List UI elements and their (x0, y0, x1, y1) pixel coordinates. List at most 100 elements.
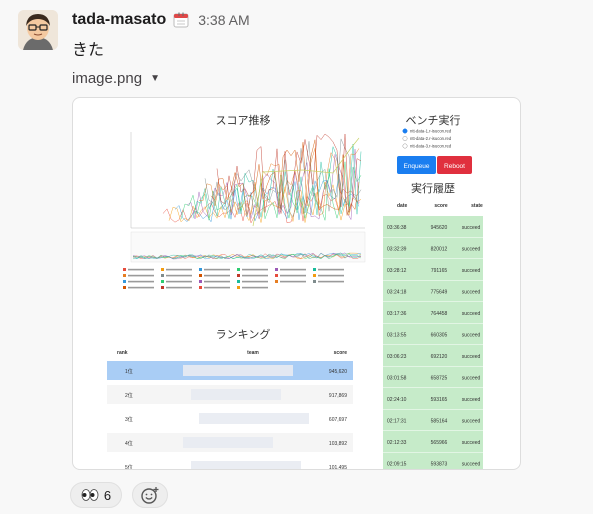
legend-swatch (123, 268, 126, 271)
calendar-icon[interactable] (172, 11, 190, 29)
ranking-header: score (334, 350, 348, 356)
legend-swatch (123, 274, 126, 277)
history-date: 03:28:12 (387, 268, 407, 274)
legend-swatch (237, 274, 240, 277)
file-name[interactable]: image.png (72, 70, 142, 87)
timestamp[interactable]: 3:38 AM (198, 12, 249, 28)
overview-chart (130, 231, 366, 263)
chart-series-line (186, 149, 360, 221)
ranking-title: ランキング (216, 327, 271, 341)
reaction-count: 6 (103, 487, 112, 503)
legend-swatch (123, 280, 126, 283)
reaction-eyes[interactable]: 6 (70, 482, 122, 508)
history-state: succeed (462, 462, 481, 468)
history-date: 03:24:18 (387, 290, 407, 296)
legend-swatch (199, 268, 202, 271)
legend-swatch (275, 280, 278, 283)
history-state: succeed (462, 225, 481, 231)
history-date: 02:09:15 (387, 462, 407, 468)
legend-label (318, 268, 344, 271)
ranking-row: 4位 103,892 (107, 433, 353, 452)
bench-title: ベンチ実行 (406, 113, 461, 127)
history-score: 658725 (431, 376, 448, 382)
history-score: 820012 (431, 247, 448, 253)
history-date: 03:36:38 (387, 225, 407, 231)
legend-label (128, 274, 154, 277)
history-table: date score state03:36:38 945620 succeed03:32… (383, 203, 483, 469)
history-header: date (397, 203, 408, 209)
file-header[interactable]: image.png ▼ (72, 70, 160, 87)
history-score: 660305 (431, 333, 448, 339)
history-state: succeed (462, 290, 481, 296)
legend-swatch (313, 268, 316, 271)
legend-label (204, 268, 230, 271)
legend-swatch (123, 286, 126, 289)
legend-swatch (199, 274, 202, 277)
ranking-row: 2位 917,869 (107, 385, 353, 404)
ranking-rank: 3位 (125, 416, 133, 423)
target-label: ntt-data-1.r-isucon.red (410, 129, 452, 134)
ranking-rank: 4位 (125, 440, 133, 447)
legend-label (242, 280, 268, 283)
history-score: 764458 (431, 311, 448, 317)
history-row: 03:36:38 945620 succeed (383, 216, 483, 237)
legend-label (204, 280, 230, 283)
history-date: 03:17:36 (387, 311, 407, 317)
history-row: 02:24:10 593165 succeed (383, 388, 483, 409)
history-date: 02:24:10 (387, 397, 407, 403)
legend-label (280, 274, 306, 277)
legend-swatch (199, 280, 202, 283)
history-state: succeed (462, 333, 481, 339)
blurred-team-name (199, 413, 309, 424)
chevron-down-icon[interactable]: ▼ (150, 73, 160, 84)
legend-swatch (313, 274, 316, 277)
score-chart-title: スコア推移 (216, 113, 271, 127)
history-score: 593873 (431, 462, 448, 468)
history-row: 03:28:12 791165 succeed (383, 259, 483, 280)
legend-label (204, 286, 230, 289)
history-state: succeed (462, 247, 481, 253)
legend-swatch (237, 268, 240, 271)
legend-label (128, 280, 154, 283)
username[interactable]: tada-masato (72, 11, 166, 29)
ranking-score: 103,892 (329, 441, 347, 447)
history-date: 03:01:58 (387, 376, 407, 382)
legend-label (318, 274, 344, 277)
user-avatar[interactable] (18, 10, 58, 50)
legend-label (242, 268, 268, 271)
history-row: 03:17:36 764458 succeed (383, 302, 483, 323)
legend-label (128, 286, 154, 289)
legend-swatch (161, 268, 164, 271)
ranking-row: 1位 945,620 (107, 361, 353, 380)
radio-target[interactable] (402, 136, 408, 141)
legend-label (318, 280, 344, 283)
target-label: ntt-data-3.r-isucon.red (410, 144, 452, 149)
history-header: score (434, 203, 448, 209)
eyes-icon (81, 489, 99, 501)
reboot-button[interactable]: Reboot (437, 156, 472, 174)
enqueue-label: Enqueue (403, 163, 429, 170)
history-state: succeed (462, 354, 481, 360)
radio-target[interactable] (402, 143, 408, 149)
legend-swatch (313, 280, 316, 283)
history-state: succeed (462, 440, 481, 446)
radio-target[interactable] (402, 128, 408, 134)
legend-label (128, 268, 154, 271)
legend-swatch (161, 286, 164, 289)
ranking-header: team (247, 350, 259, 356)
history-header: state (471, 203, 483, 209)
enqueue-button[interactable]: Enqueue (397, 156, 436, 174)
add-reaction-button[interactable] (132, 482, 168, 508)
history-date: 02:17:31 (387, 419, 407, 425)
history-row: 03:32:39 820012 succeed (383, 237, 483, 259)
history-state: succeed (462, 268, 481, 274)
history-row: 03:01:58 658725 succeed (383, 366, 483, 388)
ranking-score: 945,620 (329, 369, 347, 375)
legend-swatch (161, 274, 164, 277)
ranking-rank: 1位 (125, 368, 133, 375)
legend-label (166, 268, 192, 271)
legend-label (166, 280, 192, 283)
history-score: 775649 (431, 290, 448, 296)
legend-swatch (161, 280, 164, 283)
image-attachment[interactable]: スコア推移 ランキング rank team score 1位 945,620 2位 917,… (72, 97, 521, 470)
